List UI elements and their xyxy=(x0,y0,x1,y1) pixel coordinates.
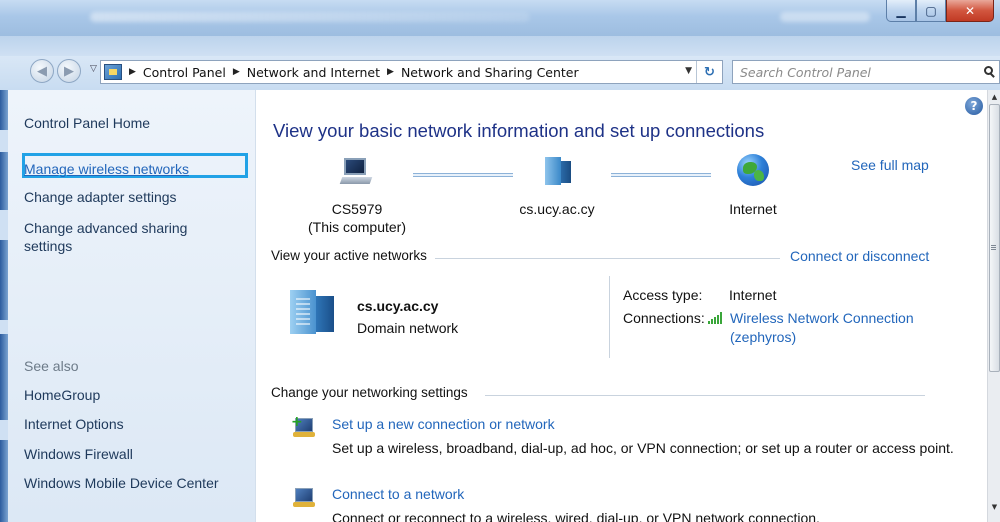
new-connection-icon[interactable]: + xyxy=(291,415,317,440)
map-connection-line xyxy=(413,173,513,177)
sidebar-item-windows-mobile-device-center[interactable]: Windows Mobile Device Center xyxy=(24,475,219,491)
domain-server-icon[interactable] xyxy=(545,157,571,185)
computer-note: (This computer) xyxy=(307,219,407,235)
recent-pages-dropdown[interactable]: ▽ xyxy=(90,64,97,74)
sidebar-item-change-advanced-sharing-cont[interactable]: settings xyxy=(24,238,72,254)
divider xyxy=(609,276,610,358)
sidebar-item-control-panel-home[interactable]: Control Panel Home xyxy=(24,115,150,131)
computer-icon[interactable] xyxy=(339,156,373,186)
scroll-grip-icon xyxy=(991,245,996,251)
domain-network-icon xyxy=(290,288,340,336)
setup-new-connection-description: Set up a wireless, broadband, dial-up, a… xyxy=(332,440,954,456)
help-icon[interactable]: ? xyxy=(965,97,983,115)
wireless-connection-ssid-link[interactable]: (zephyros) xyxy=(730,329,796,345)
sidebar-item-change-adapter-settings[interactable]: Change adapter settings xyxy=(24,189,177,205)
network-type: Domain network xyxy=(357,320,459,336)
vertical-scrollbar[interactable]: ▲ ▼ xyxy=(987,90,1000,522)
connect-network-icon[interactable] xyxy=(291,486,317,510)
sidebar-item-change-advanced-sharing[interactable]: Change advanced sharing xyxy=(24,220,187,236)
connect-to-network-description: Connect or reconnect to a wireless, wire… xyxy=(332,510,820,522)
change-settings-label: Change your networking settings xyxy=(271,385,468,400)
maximize-button[interactable]: ▢ xyxy=(916,0,946,22)
connections-label: Connections: xyxy=(623,310,705,326)
divider xyxy=(485,395,925,396)
sidebar-item-internet-options[interactable]: Internet Options xyxy=(24,416,124,432)
sidebar-item-windows-firewall[interactable]: Windows Firewall xyxy=(24,446,133,462)
page-title: View your basic network information and … xyxy=(273,120,765,141)
back-button[interactable]: ◀ xyxy=(30,59,54,83)
control-panel-icon xyxy=(104,64,122,80)
address-dropdown[interactable]: ▼ xyxy=(685,66,692,76)
navbar-top xyxy=(0,36,1000,56)
sidebar-item-manage-wireless-networks[interactable]: Manage wireless networks xyxy=(24,161,189,177)
forward-button[interactable]: ▶ xyxy=(57,59,81,83)
title-bar: ▁ ▢ ✕ xyxy=(0,0,1000,36)
search-box[interactable]: Search Control Panel xyxy=(732,60,1000,84)
connect-to-network-link[interactable]: Connect to a network xyxy=(332,486,464,502)
breadcrumb-item[interactable]: Network and Internet xyxy=(247,65,380,80)
scroll-up-icon[interactable]: ▲ xyxy=(988,90,1000,104)
access-type-value: Internet xyxy=(729,287,777,303)
main-content: ? View your basic network information an… xyxy=(257,90,987,522)
sidebar-item-homegroup[interactable]: HomeGroup xyxy=(24,387,100,403)
search-icon[interactable] xyxy=(981,64,997,80)
active-networks-label: View your active networks xyxy=(271,248,427,263)
wireless-connection-link[interactable]: Wireless Network Connection xyxy=(730,310,914,326)
window-frame xyxy=(0,90,8,522)
breadcrumb-item[interactable]: Network and Sharing Center xyxy=(401,65,579,80)
internet-label: Internet xyxy=(729,201,777,217)
breadcrumb-item[interactable]: Control Panel xyxy=(143,65,226,80)
setup-new-connection-link[interactable]: Set up a new connection or network xyxy=(332,416,555,432)
scroll-thumb[interactable] xyxy=(989,104,1000,372)
navigation-bar: ◀ ▶ ▽ ▶ Control Panel ▶ Network and Inte… xyxy=(0,56,1000,90)
address-bar[interactable]: ▶ Control Panel ▶ Network and Internet ▶… xyxy=(100,60,723,84)
minimize-button[interactable]: ▁ xyxy=(886,0,916,22)
see-full-map-link[interactable]: See full map xyxy=(851,157,929,173)
window-title xyxy=(90,12,530,22)
window-controls: ▁ ▢ ✕ xyxy=(886,0,994,22)
scroll-down-icon[interactable]: ▼ xyxy=(988,500,1000,514)
refresh-icon[interactable]: ↻ xyxy=(696,61,722,83)
network-name: cs.ucy.ac.cy xyxy=(357,298,439,314)
domain-name: cs.ucy.ac.cy xyxy=(519,201,595,217)
computer-name: CS5979 xyxy=(331,201,383,217)
close-button[interactable]: ✕ xyxy=(946,0,994,22)
search-input[interactable]: Search Control Panel xyxy=(740,65,871,80)
title-blur xyxy=(780,12,870,22)
wireless-signal-icon xyxy=(708,312,726,324)
sidebar: Control Panel Home Manage wireless netwo… xyxy=(8,90,256,522)
internet-globe-icon[interactable] xyxy=(737,154,769,186)
breadcrumb-separator[interactable]: ▶ xyxy=(387,67,394,77)
breadcrumb-separator[interactable]: ▶ xyxy=(129,67,136,77)
connect-or-disconnect-link[interactable]: Connect or disconnect xyxy=(790,248,929,264)
see-also-heading: See also xyxy=(24,358,79,374)
access-type-label: Access type: xyxy=(623,287,703,303)
breadcrumb-separator[interactable]: ▶ xyxy=(233,67,240,77)
divider xyxy=(435,258,780,259)
map-connection-line xyxy=(611,173,711,177)
